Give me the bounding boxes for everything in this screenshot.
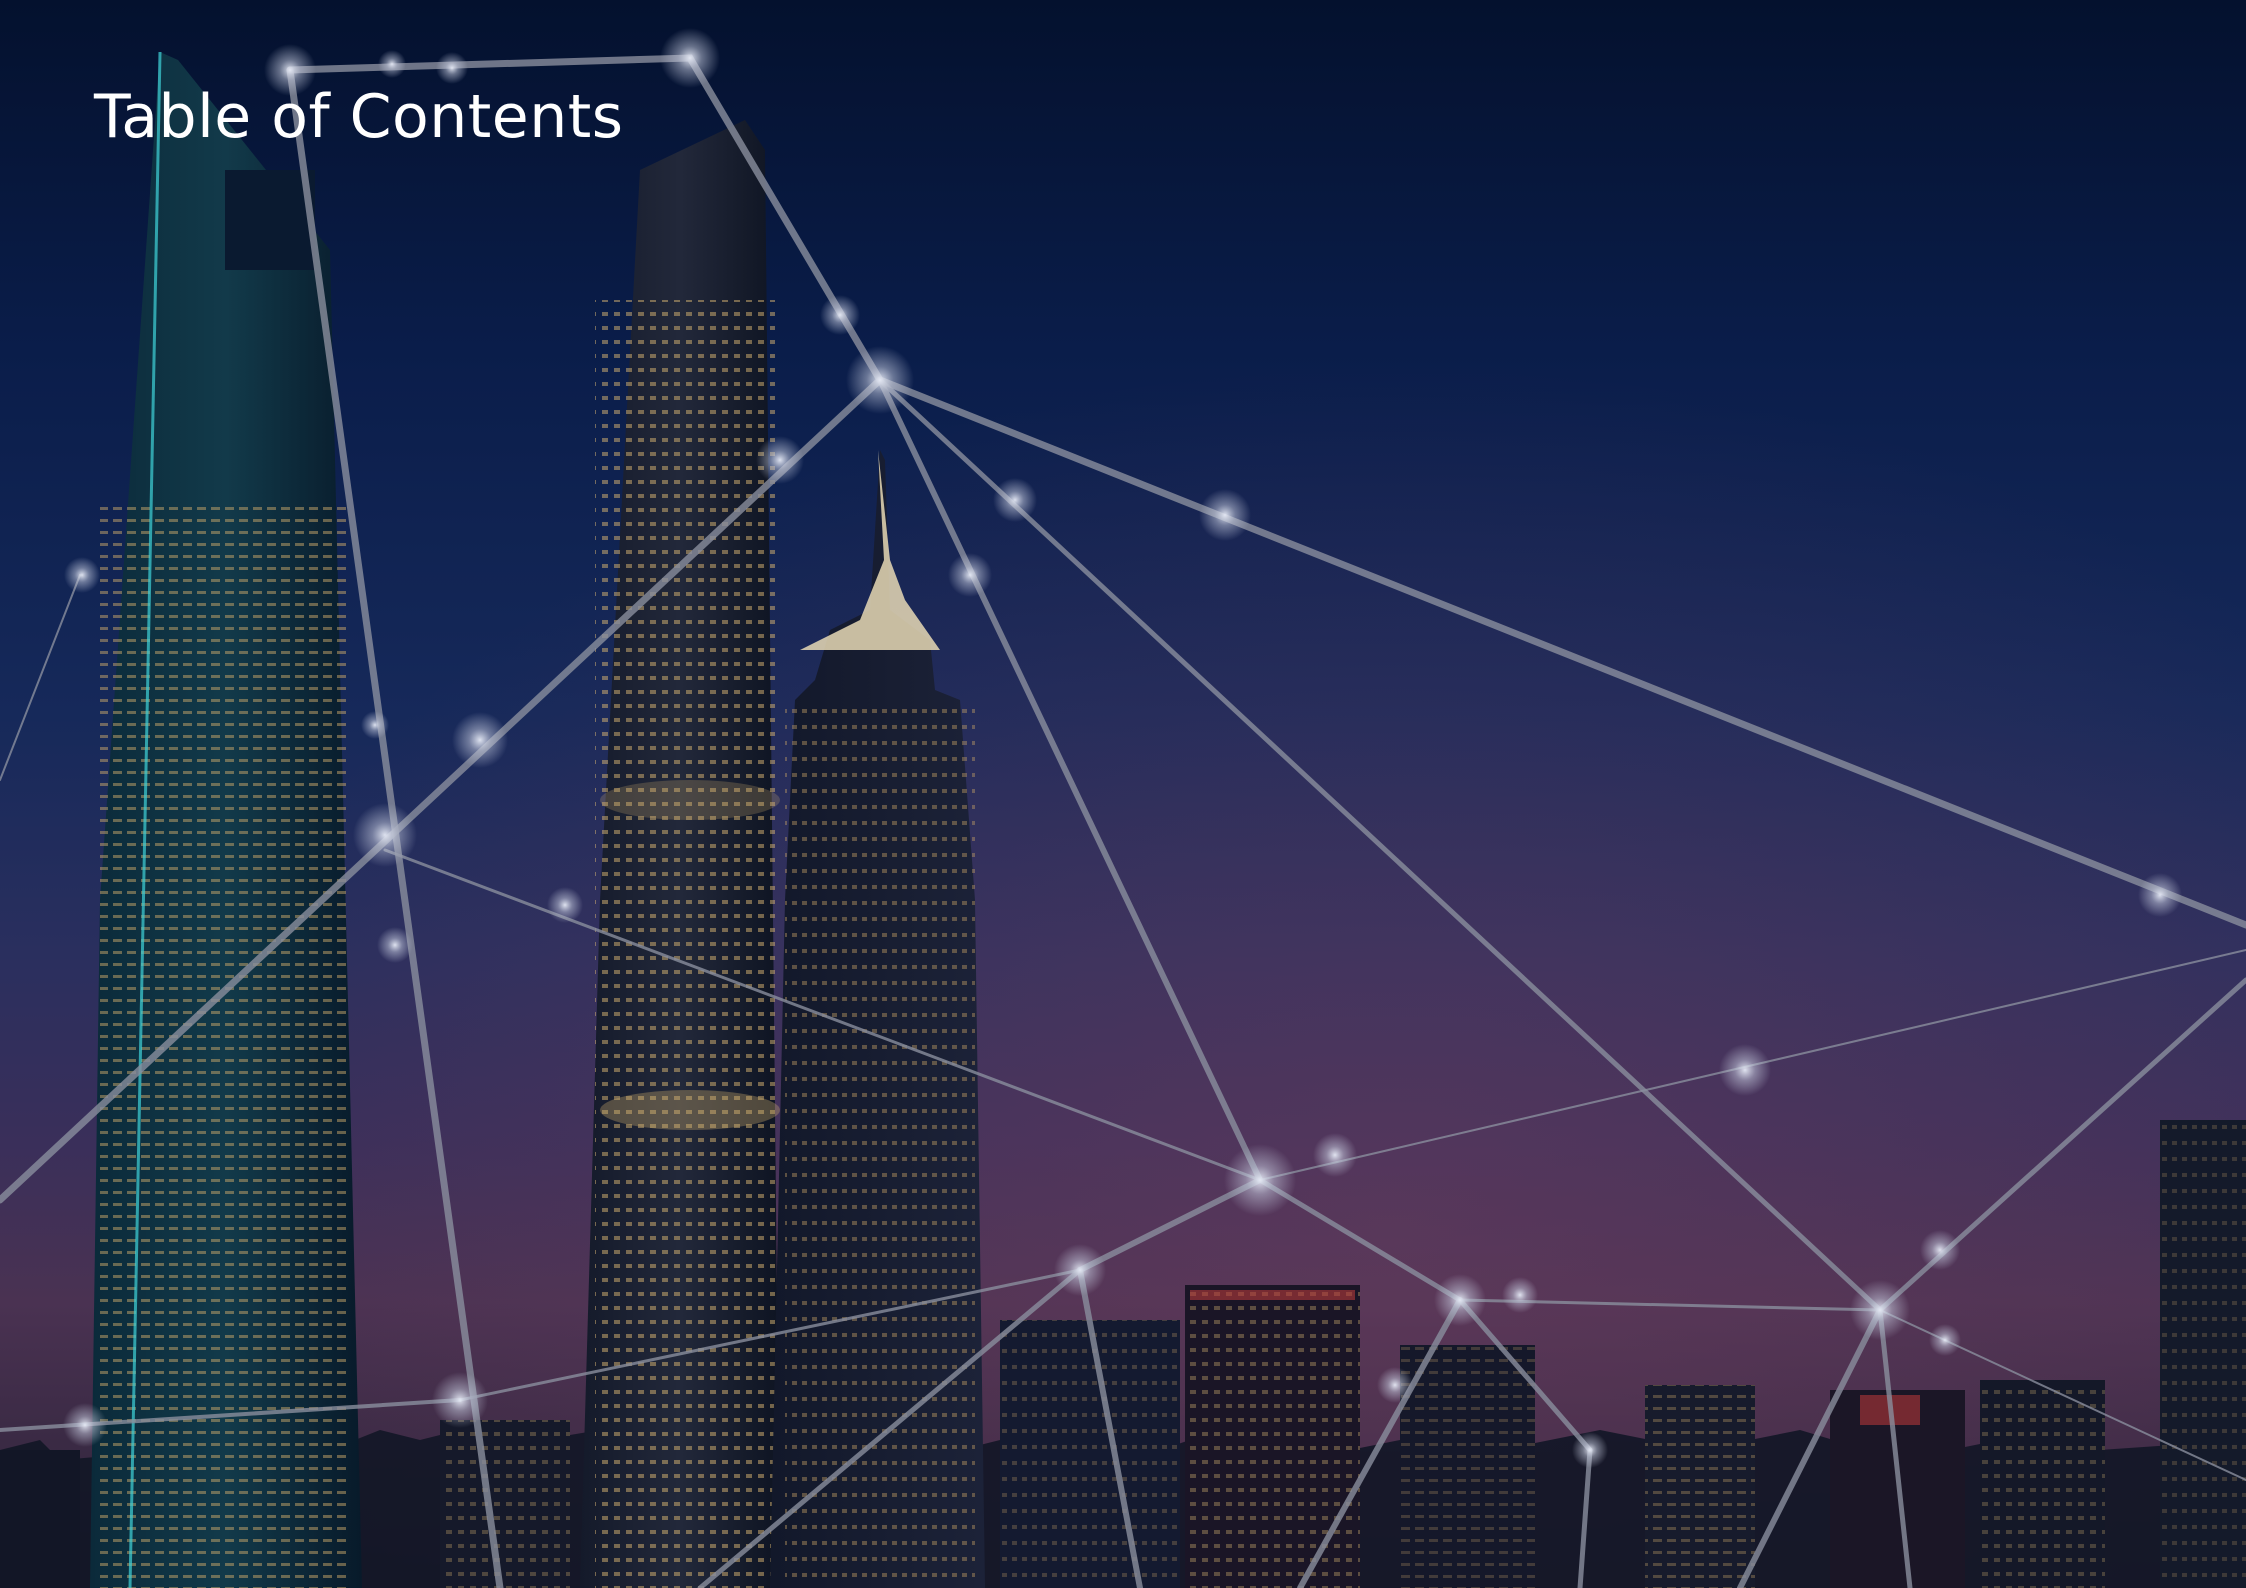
page-title: Table of Contents [94,82,624,152]
slide-canvas: Table of Contents [0,0,2246,1588]
city-skyline-background-image [0,0,2246,1588]
